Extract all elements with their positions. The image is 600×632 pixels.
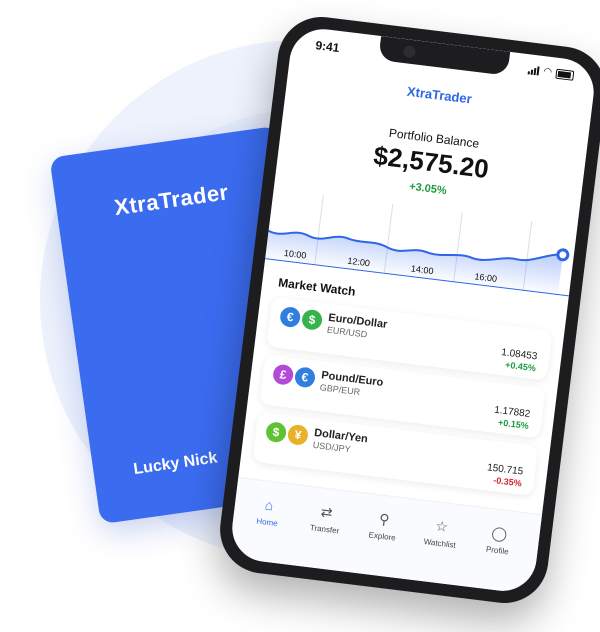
tab-label: Watchlist <box>423 537 457 550</box>
star-icon: ☆ <box>434 517 450 535</box>
wifi-icon: ◠ <box>542 66 553 79</box>
tab-watchlist[interactable]: ☆ Watchlist <box>411 514 470 552</box>
status-time: 9:41 <box>314 38 341 56</box>
card-holder-name: Lucky Nick <box>132 449 219 479</box>
tab-label: Home <box>255 516 279 529</box>
explore-icon: ⚲ <box>378 510 391 528</box>
camera-icon <box>402 44 417 59</box>
chart-current-point[interactable] <box>556 248 570 262</box>
euro-icon: € <box>293 366 317 389</box>
profile-icon: ◯ <box>490 524 509 543</box>
pair-price: 150.715 <box>486 462 524 478</box>
time-label: 16:00 <box>473 271 498 284</box>
dollar-icon: $ <box>264 421 288 444</box>
signal-icon <box>527 65 540 76</box>
dollar-icon: $ <box>300 308 324 331</box>
phone-screen: 9:41 ◠ XtraTrader Portfolio Balance $2,5… <box>228 25 598 595</box>
yen-icon: ¥ <box>286 423 310 447</box>
tab-transfer[interactable]: ⇄ Transfer <box>296 500 355 538</box>
tab-home[interactable]: ⌂ Home <box>239 493 298 531</box>
transfer-icon: ⇄ <box>319 503 334 521</box>
tab-explore[interactable]: ⚲ Explore <box>354 507 413 545</box>
status-icons: ◠ <box>527 64 575 81</box>
time-label: 14:00 <box>410 263 435 277</box>
card-brand: XtraTrader <box>112 179 231 221</box>
euro-icon: € <box>279 305 302 329</box>
battery-icon <box>555 68 575 81</box>
market-watch-title: Market Watch <box>277 275 357 299</box>
pair-change: -0.35% <box>492 475 523 489</box>
time-label: 12:00 <box>346 255 371 269</box>
pound-icon: £ <box>272 363 295 386</box>
home-icon: ⌂ <box>263 496 275 514</box>
time-label: 10:00 <box>283 247 307 261</box>
tab-label: Profile <box>485 544 510 557</box>
tab-label: Explore <box>368 530 397 543</box>
tab-label: Transfer <box>309 523 340 536</box>
phone-mockup: 9:41 ◠ XtraTrader Portfolio Balance $2,5… <box>215 11 600 609</box>
tab-profile[interactable]: ◯ Profile <box>469 521 528 559</box>
